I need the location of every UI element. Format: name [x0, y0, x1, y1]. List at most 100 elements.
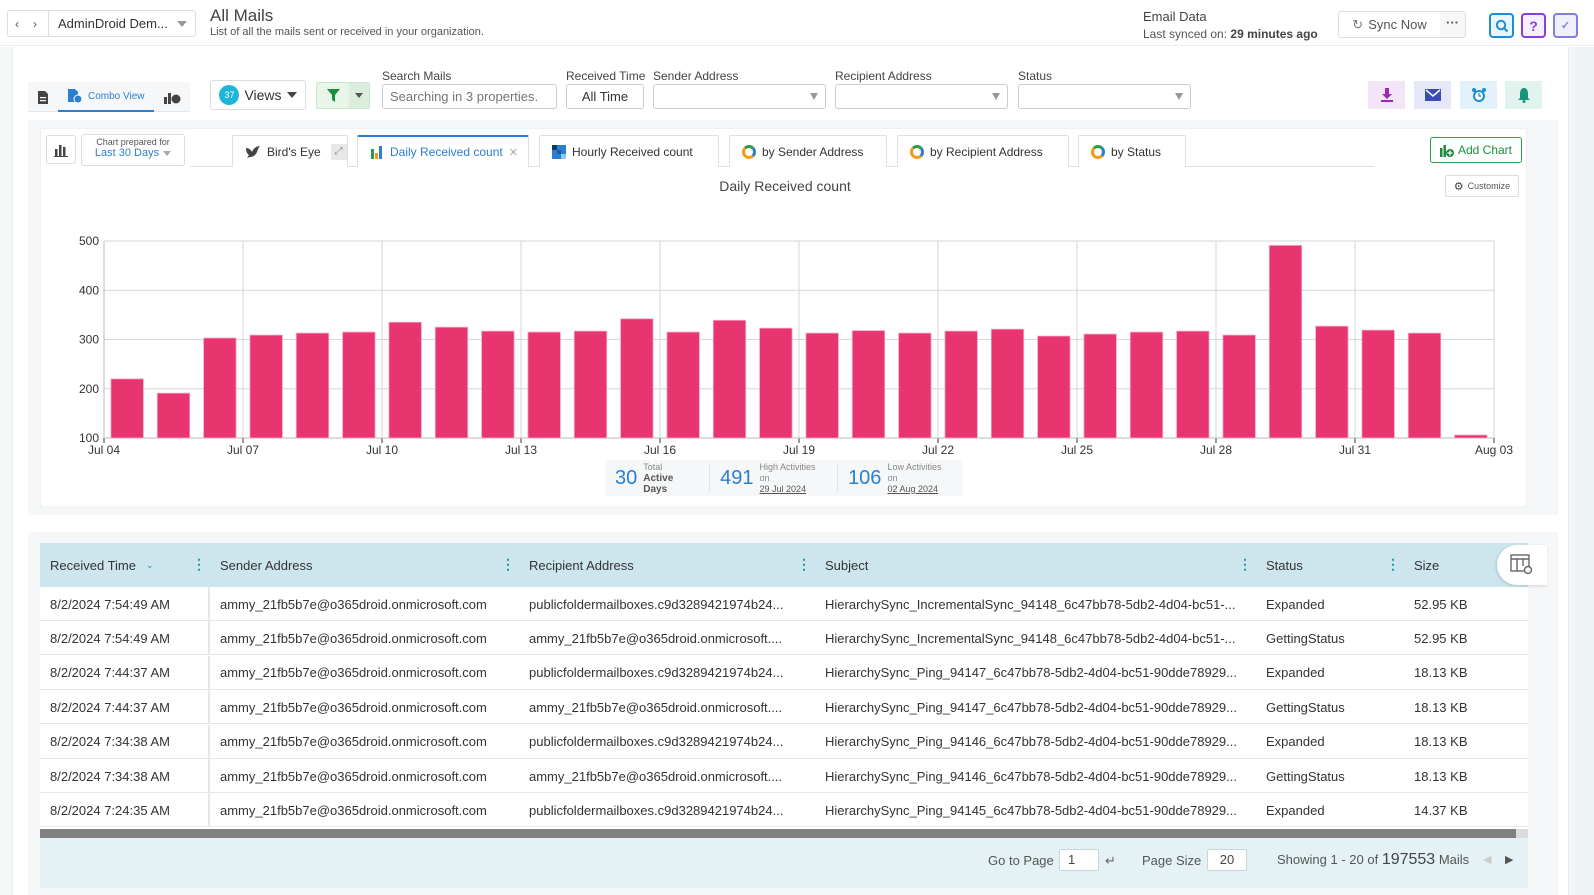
bar[interactable]: Jul 30: 327: [1315, 325, 1349, 439]
bar[interactable]: Jul 22: 317: [944, 330, 978, 439]
next-page-icon[interactable]: ▶: [1505, 853, 1513, 866]
alarm-clock-icon: [1471, 88, 1486, 102]
search-icon[interactable]: [1489, 13, 1514, 38]
forward-icon[interactable]: ›: [26, 17, 44, 31]
column-header-sender-address[interactable]: Sender Address ⋮: [210, 543, 519, 587]
bar[interactable]: Jul 17: 339: [712, 319, 747, 439]
help-icon[interactable]: ?: [1521, 13, 1546, 38]
back-icon[interactable]: ‹: [8, 17, 26, 31]
chart-toggle-button[interactable]: [46, 135, 76, 164]
enter-icon[interactable]: ↵: [1105, 853, 1116, 869]
expand-icon[interactable]: ⤢: [330, 143, 347, 160]
chart-period-value[interactable]: Last 30 Days: [82, 147, 184, 159]
sender-address-select[interactable]: [653, 84, 826, 109]
bar[interactable]: Jul 28: 309: [1222, 334, 1256, 439]
sender-address-label: Sender Address: [653, 69, 739, 83]
tab-by-sender-address[interactable]: by Sender Address: [729, 135, 887, 167]
column-menu-icon[interactable]: ⋮: [192, 557, 206, 571]
bar[interactable]: Jul 08: 313: [295, 332, 330, 439]
filter-dropdown-toggle[interactable]: [349, 83, 369, 108]
bar[interactable]: Jul 15: 342: [620, 318, 654, 439]
more-options-button[interactable]: ···: [1440, 11, 1466, 38]
chart-view-tab[interactable]: [154, 82, 190, 112]
table-row[interactable]: 8/2/2024 7:54:49 AM ammy_21fb5b7e@o365dro…: [40, 621, 1528, 656]
bar[interactable]: Jul 12: 317: [481, 330, 515, 439]
column-header-recipient-address[interactable]: Recipient Address ⋮: [519, 543, 815, 587]
grid-view-tab[interactable]: [28, 82, 58, 112]
bar[interactable]: Jul 19: 313: [805, 332, 839, 439]
column-settings-button[interactable]: [1497, 545, 1547, 585]
bar[interactable]: Aug 01: 313: [1407, 332, 1442, 439]
prev-page-icon[interactable]: ◀: [1483, 853, 1491, 866]
tab-by-recipient-address[interactable]: by Recipient Address: [897, 135, 1069, 167]
tab-birds-eye[interactable]: Bird's Eye ⤢: [232, 135, 348, 167]
tenant-switcher[interactable]: ‹ › AdminDroid Dem...: [7, 10, 196, 37]
chevron-down-icon[interactable]: [177, 20, 187, 27]
column-header-status[interactable]: Status ⋮: [1256, 543, 1404, 587]
bar[interactable]: Jul 23: 321: [990, 328, 1025, 439]
bar[interactable]: Jul 18: 323: [759, 327, 793, 439]
bar[interactable]: Jul 24: 307: [1037, 335, 1071, 439]
bar[interactable]: Jul 13: 315: [527, 331, 561, 439]
tenant-name[interactable]: AdminDroid Dem...: [49, 16, 177, 31]
bar[interactable]: Jul 31: 319: [1361, 329, 1395, 439]
bar[interactable]: Jul 16: 315: [666, 331, 700, 439]
close-icon[interactable]: ✕: [509, 146, 518, 159]
task-status-icon[interactable]: ✓: [1553, 13, 1578, 38]
filter-icon[interactable]: [317, 83, 349, 108]
sync-now-button[interactable]: ↻ Sync Now: [1338, 11, 1441, 38]
chart-period-selector[interactable]: Chart prepared for Last 30 Days: [81, 134, 185, 166]
horizontal-scrollbar[interactable]: [40, 829, 1516, 838]
stat-low-date-link[interactable]: 02 Aug 2024: [887, 484, 938, 494]
bar[interactable]: Jul 14: 317: [573, 330, 608, 439]
add-chart-button[interactable]: Add Chart: [1430, 137, 1522, 163]
page-number-input[interactable]: 1: [1059, 849, 1099, 871]
bar[interactable]: Jul 06: 303: [203, 337, 237, 439]
stat-high-date-link[interactable]: 29 Jul 2024: [760, 484, 807, 494]
combo-view-tab[interactable]: Combo View: [58, 82, 154, 112]
tab-by-status[interactable]: by Status: [1078, 135, 1186, 167]
bar[interactable]: Jul 09: 315: [342, 331, 376, 439]
status-select[interactable]: [1018, 84, 1191, 109]
filter-button[interactable]: [316, 82, 370, 109]
customize-button[interactable]: ⚙ Customize: [1445, 175, 1519, 197]
tab-daily-received-count[interactable]: Daily Received count ✕: [357, 135, 529, 167]
received-time-select[interactable]: All Time: [566, 84, 644, 109]
table-row[interactable]: 8/2/2024 7:34:38 AM ammy_21fb5b7e@o365dro…: [40, 724, 1528, 759]
sort-desc-icon[interactable]: ⌄: [146, 560, 154, 571]
bar[interactable]: Jul 07: 309: [249, 334, 283, 439]
bar[interactable]: Jul 25: 311: [1083, 333, 1117, 439]
alert-button[interactable]: [1505, 81, 1542, 109]
bar[interactable]: Jul 05: 191: [156, 392, 191, 439]
search-input[interactable]: [382, 84, 557, 109]
bar[interactable]: Aug 02: 106: [1454, 434, 1488, 439]
bar[interactable]: Jul 20: 318: [851, 330, 886, 439]
bar[interactable]: Jul 21: 313: [898, 332, 932, 439]
bar[interactable]: Jul 10: 335: [388, 321, 422, 439]
views-dropdown[interactable]: 37 Views: [210, 80, 306, 110]
column-header-subject[interactable]: Subject ⋮: [815, 543, 1256, 587]
table-row[interactable]: 8/2/2024 7:24:35 AM ammy_21fb5b7e@o365dro…: [40, 793, 1528, 828]
column-menu-icon[interactable]: ⋮: [797, 557, 811, 571]
table-row[interactable]: 8/2/2024 7:44:37 AM ammy_21fb5b7e@o365dro…: [40, 655, 1528, 690]
column-header-received-time[interactable]: Received Time ⌄ ⋮: [40, 543, 210, 587]
page-size-input[interactable]: 20: [1207, 849, 1247, 871]
column-menu-icon[interactable]: ⋮: [1238, 557, 1252, 571]
table-row[interactable]: 8/2/2024 7:44:37 AM ammy_21fb5b7e@o365dro…: [40, 690, 1528, 725]
bar[interactable]: Jul 26: 315: [1129, 331, 1164, 439]
schedule-button[interactable]: [1460, 81, 1497, 109]
table-row[interactable]: 8/2/2024 7:34:38 AM ammy_21fb5b7e@o365dro…: [40, 759, 1528, 793]
email-report-button[interactable]: [1414, 81, 1451, 109]
column-menu-icon[interactable]: ⋮: [501, 557, 515, 571]
export-button[interactable]: [1368, 81, 1405, 109]
bar[interactable]: Jul 29: 491: [1268, 245, 1303, 439]
bar[interactable]: Jul 11: 325: [434, 326, 469, 439]
table-row[interactable]: 8/2/2024 7:54:49 AM ammy_21fb5b7e@o365dro…: [40, 587, 1528, 621]
gear-icon: ⚙: [1453, 180, 1464, 193]
tab-hourly-received-count[interactable]: Hourly Received count: [539, 135, 719, 167]
column-menu-icon[interactable]: ⋮: [1386, 557, 1400, 571]
x-tick-label: Jul 22: [922, 443, 954, 457]
bar[interactable]: Jul 04: 220: [110, 378, 144, 439]
recipient-address-select[interactable]: [835, 84, 1008, 109]
bar[interactable]: Jul 27: 317: [1176, 330, 1210, 439]
